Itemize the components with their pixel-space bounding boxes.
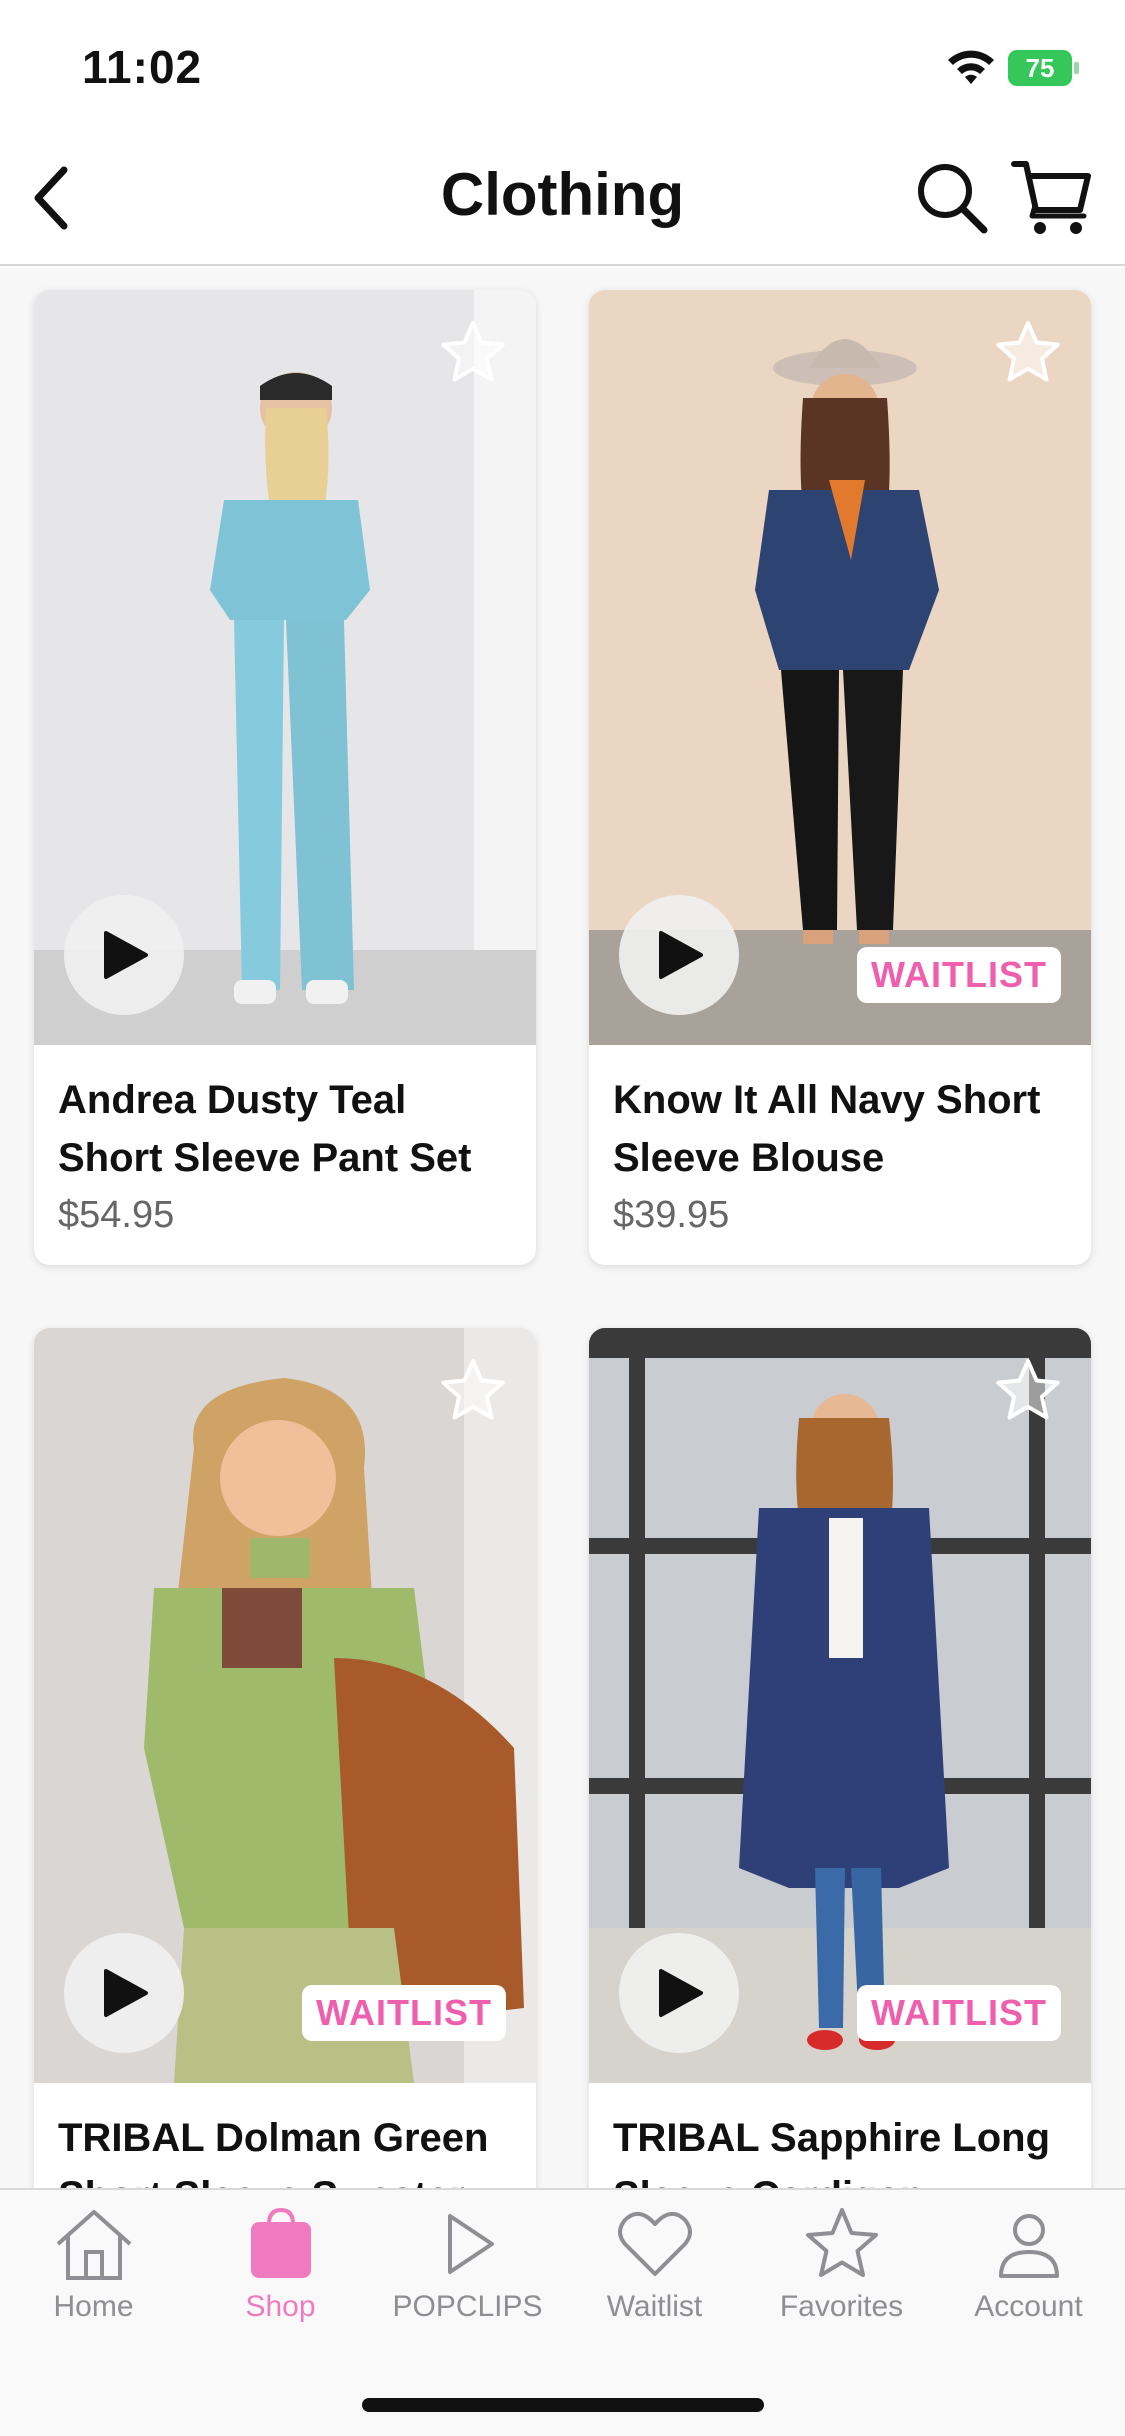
tab-label: Home	[53, 2290, 134, 2323]
product-info[interactable]: Know It All Navy Short Sleeve Blouse $39…	[589, 1045, 1091, 1265]
cart-button[interactable]	[1010, 154, 1094, 238]
waitlist-badge: WAITLIST	[857, 947, 1061, 1003]
play-icon	[104, 1969, 148, 2017]
tab-label: POPCLIPS	[392, 2290, 543, 2323]
status-time: 11:02	[82, 41, 203, 93]
product-card[interactable]: Andrea Dusty Teal Short Sleeve Pant Set …	[34, 290, 536, 1265]
product-card[interactable]: WAITLIST TRIBAL Dolman Green Short Sleev…	[34, 1328, 536, 2188]
product-title: TRIBAL Dolman Green Short Sleeve Sweater	[58, 2116, 489, 2188]
search-icon	[918, 164, 988, 234]
product-price: $54.95	[58, 1194, 175, 1236]
person-icon	[998, 2214, 1059, 2278]
play-icon	[659, 931, 703, 979]
product-card[interactable]: WAITLIST Know It All Navy Short Sleeve B…	[589, 290, 1091, 1265]
play-video-button[interactable]	[619, 895, 739, 1015]
tab-label: Waitlist	[606, 2290, 703, 2323]
tab-home[interactable]: Home	[0, 2206, 187, 2356]
home-icon	[56, 2210, 131, 2280]
chevron-left-icon	[34, 166, 68, 230]
search-button[interactable]	[912, 158, 992, 238]
battery-level: 75	[1025, 53, 1055, 83]
product-title: TRIBAL Sapphire Long Sleeve Cardigan	[613, 2116, 1051, 2188]
battery-icon: 75	[1008, 50, 1080, 86]
product-info[interactable]: TRIBAL Sapphire Long Sleeve Cardigan	[589, 2083, 1091, 2188]
tab-label: Favorites	[779, 2290, 904, 2323]
play-icon	[659, 1969, 703, 2017]
tab-waitlist[interactable]: Waitlist	[561, 2206, 748, 2356]
status-bar: 11:02 75	[0, 0, 1125, 130]
product-price: $39.95	[613, 1194, 730, 1236]
product-image[interactable]: WAITLIST	[589, 290, 1091, 1045]
waitlist-badge: WAITLIST	[857, 1985, 1061, 2041]
favorite-star-icon[interactable]	[993, 1356, 1063, 1426]
back-button[interactable]	[22, 160, 92, 236]
product-image[interactable]	[34, 290, 536, 1045]
cart-icon	[1011, 161, 1091, 234]
tab-popclips[interactable]: POPCLIPS	[374, 2206, 561, 2356]
tab-account[interactable]: Account	[935, 2206, 1122, 2356]
product-image[interactable]: WAITLIST	[34, 1328, 536, 2083]
tab-favorites[interactable]: Favorites	[748, 2206, 935, 2356]
screen: 11:02 75 Clothing Andrea Dusty Teal Shor…	[0, 0, 1125, 2436]
product-info[interactable]: TRIBAL Dolman Green Short Sleeve Sweater	[34, 2083, 536, 2188]
product-title: Know It All Navy Short Sleeve Blouse	[613, 1078, 1041, 1180]
star-icon	[805, 2208, 878, 2277]
play-icon	[447, 2214, 494, 2274]
favorite-star-icon[interactable]	[438, 1356, 508, 1426]
heart-icon	[617, 2212, 692, 2276]
shopping-bag-icon	[250, 2207, 311, 2278]
nav-bar: Clothing	[0, 130, 1125, 266]
product-image[interactable]: WAITLIST	[589, 1328, 1091, 2083]
wifi-icon	[948, 50, 994, 84]
home-indicator[interactable]	[362, 2398, 764, 2412]
play-video-button[interactable]	[619, 1933, 739, 2053]
product-card[interactable]: WAITLIST TRIBAL Sapphire Long Sleeve Car…	[589, 1328, 1091, 2188]
tab-label: Shop	[245, 2290, 316, 2323]
favorite-star-icon[interactable]	[993, 318, 1063, 388]
play-video-button[interactable]	[64, 1933, 184, 2053]
product-grid: Andrea Dusty Teal Short Sleeve Pant Set …	[0, 268, 1125, 2188]
product-title: Andrea Dusty Teal Short Sleeve Pant Set	[58, 1078, 472, 1180]
tab-shop[interactable]: Shop	[187, 2206, 374, 2356]
tab-label: Account	[974, 2290, 1083, 2323]
play-icon	[104, 931, 148, 979]
play-video-button[interactable]	[64, 895, 184, 1015]
waitlist-badge: WAITLIST	[302, 1985, 506, 2041]
product-info[interactable]: Andrea Dusty Teal Short Sleeve Pant Set …	[34, 1045, 536, 1265]
favorite-star-icon[interactable]	[438, 318, 508, 388]
